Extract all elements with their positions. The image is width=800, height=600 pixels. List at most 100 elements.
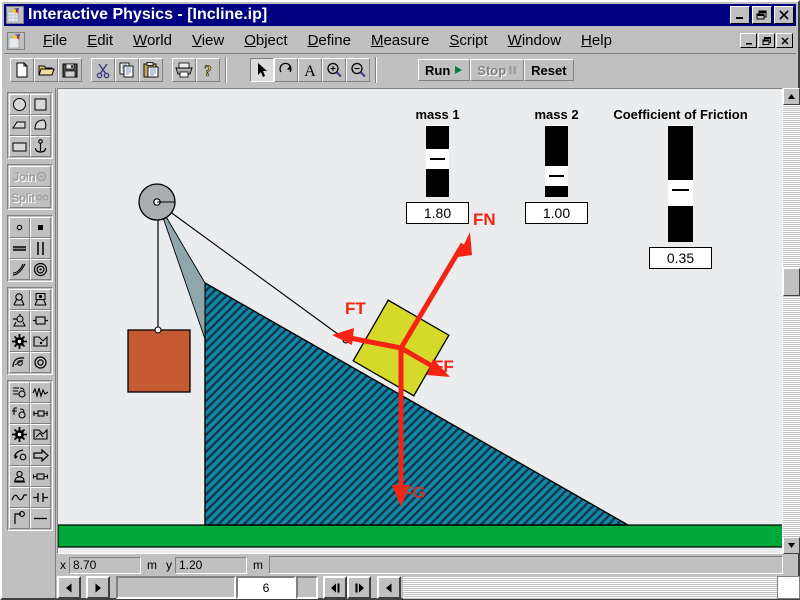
arrow-pointer-icon[interactable]	[250, 58, 274, 82]
scroll-down-icon[interactable]	[783, 537, 800, 554]
palette-group-join-split: Join Split	[7, 164, 53, 210]
step-back-icon[interactable]	[57, 576, 81, 599]
tape-player-trough[interactable]	[116, 576, 236, 599]
arrow-right-icon[interactable]	[30, 445, 51, 466]
fg-label: FG	[402, 483, 426, 502]
menu-item-world[interactable]: World	[123, 32, 182, 49]
slider-cof-track[interactable]	[668, 125, 693, 242]
tape-player-trough-right[interactable]	[296, 576, 318, 599]
line-icon[interactable]	[30, 508, 51, 529]
menu-item-object[interactable]: Object	[234, 32, 297, 49]
point-element-icon[interactable]	[9, 217, 30, 238]
region-meter-icon[interactable]	[30, 424, 51, 445]
rotation-meter-icon[interactable]	[9, 382, 30, 403]
circle-shape-icon[interactable]	[9, 94, 30, 115]
menu-item-measure[interactable]: Measure	[361, 32, 439, 49]
vertical-scroll-thumb[interactable]	[783, 268, 800, 296]
slider-cof-value[interactable]: 0.35	[649, 247, 712, 269]
menu-item-file[interactable]: FFileile	[33, 32, 77, 49]
person-icon[interactable]	[9, 466, 30, 487]
help-icon[interactable]: ?	[196, 58, 220, 82]
rectangle-shape-icon[interactable]	[9, 136, 30, 157]
slider-mass-1-value[interactable]: 1.80	[406, 202, 469, 224]
y-coordinate-value[interactable]: 1.20	[175, 557, 247, 574]
slider-mass-2-thumb[interactable]	[545, 166, 568, 186]
text-tool-icon[interactable]: A	[298, 58, 322, 82]
scroll-up-icon[interactable]	[783, 88, 800, 105]
prev-frame-icon[interactable]	[323, 576, 347, 599]
bar-meter-icon[interactable]	[30, 466, 51, 487]
save-icon[interactable]	[58, 58, 82, 82]
y-coordinate-unit: m	[247, 558, 269, 572]
x-coordinate-value[interactable]: 8.70	[69, 557, 141, 574]
actuator-icon[interactable]	[30, 310, 51, 331]
menu-item-edit[interactable]: Edit	[77, 32, 123, 49]
print-icon[interactable]	[172, 58, 196, 82]
menu-item-view[interactable]: View	[182, 32, 234, 49]
scrollbar-corner	[777, 576, 800, 599]
rotate-icon[interactable]	[274, 58, 298, 82]
curved-slot-icon[interactable]	[9, 352, 30, 373]
capacitor-icon[interactable]	[30, 487, 51, 508]
slider-mass-1-track[interactable]	[426, 125, 449, 197]
slot-joint-icon[interactable]	[30, 331, 51, 352]
step-forward-icon[interactable]	[86, 576, 110, 599]
menu-item-help[interactable]: Help	[571, 32, 622, 49]
simulation-canvas[interactable]: FN FT FF FG mass 1	[57, 88, 783, 554]
new-icon[interactable]	[10, 58, 34, 82]
curved-polygon-icon[interactable]	[30, 115, 51, 136]
wave-icon[interactable]	[9, 487, 30, 508]
restore-button[interactable]	[752, 6, 772, 24]
document-icon[interactable]	[7, 32, 25, 50]
minimize-button[interactable]	[730, 6, 750, 24]
slider-mass-1-thumb[interactable]	[426, 149, 449, 169]
run-button[interactable]: Run	[418, 59, 470, 81]
rigid-joint-icon[interactable]	[30, 289, 51, 310]
square-shape-icon[interactable]	[30, 94, 51, 115]
join-button[interactable]: Join	[9, 166, 51, 187]
slider-mass-2-value[interactable]: 1.00	[525, 202, 588, 224]
frame-counter[interactable]: 6	[236, 576, 296, 599]
vertical-scrollbar[interactable]	[783, 88, 800, 554]
open-icon[interactable]	[34, 58, 58, 82]
graph-meter-icon[interactable]	[30, 382, 51, 403]
doc-restore-button[interactable]	[758, 33, 775, 48]
separator-icon[interactable]	[30, 352, 51, 373]
anchor-icon[interactable]	[30, 136, 51, 157]
close-button[interactable]	[774, 6, 794, 24]
rope-icon[interactable]	[9, 259, 30, 280]
force-meter-icon[interactable]	[9, 403, 30, 424]
scroll-left-icon[interactable]	[377, 576, 401, 599]
gear-settings-icon[interactable]	[9, 424, 30, 445]
zoom-in-icon[interactable]	[322, 58, 346, 82]
gear-icon2[interactable]	[9, 331, 30, 352]
slider-mass-1-label: mass 1	[406, 107, 469, 122]
print-toolbar-group: ?	[172, 58, 220, 82]
cut-icon[interactable]	[91, 58, 115, 82]
copy-icon[interactable]	[115, 58, 139, 82]
pointer-icon[interactable]	[9, 508, 30, 529]
pin-joint-icon[interactable]	[9, 289, 30, 310]
reset-button[interactable]: Reset	[524, 59, 573, 81]
horizontal-scrollbar[interactable]	[403, 576, 800, 599]
rod-icon[interactable]	[30, 238, 51, 259]
menu-item-define[interactable]: Define	[298, 32, 361, 49]
split-button[interactable]: Split	[9, 187, 51, 208]
torque-icon[interactable]	[9, 445, 30, 466]
doc-close-button[interactable]	[776, 33, 793, 48]
doc-minimize-button[interactable]	[740, 33, 757, 48]
slider-mass-2-track[interactable]	[545, 125, 568, 197]
next-frame-icon[interactable]	[347, 576, 371, 599]
paste-icon[interactable]	[139, 58, 163, 82]
menu-item-window[interactable]: Window	[498, 32, 571, 49]
slider-cof-thumb[interactable]	[668, 180, 693, 206]
stop-button[interactable]: Stop	[470, 59, 524, 81]
menu-item-script[interactable]: Script	[439, 32, 497, 49]
zoom-out-icon[interactable]	[346, 58, 370, 82]
square-element-icon[interactable]	[30, 217, 51, 238]
output-meter-icon[interactable]	[30, 403, 51, 424]
pulley-icon[interactable]	[30, 259, 51, 280]
polygon-shape-icon[interactable]	[9, 115, 30, 136]
spring-icon[interactable]	[9, 238, 30, 259]
motor-icon[interactable]	[9, 310, 30, 331]
